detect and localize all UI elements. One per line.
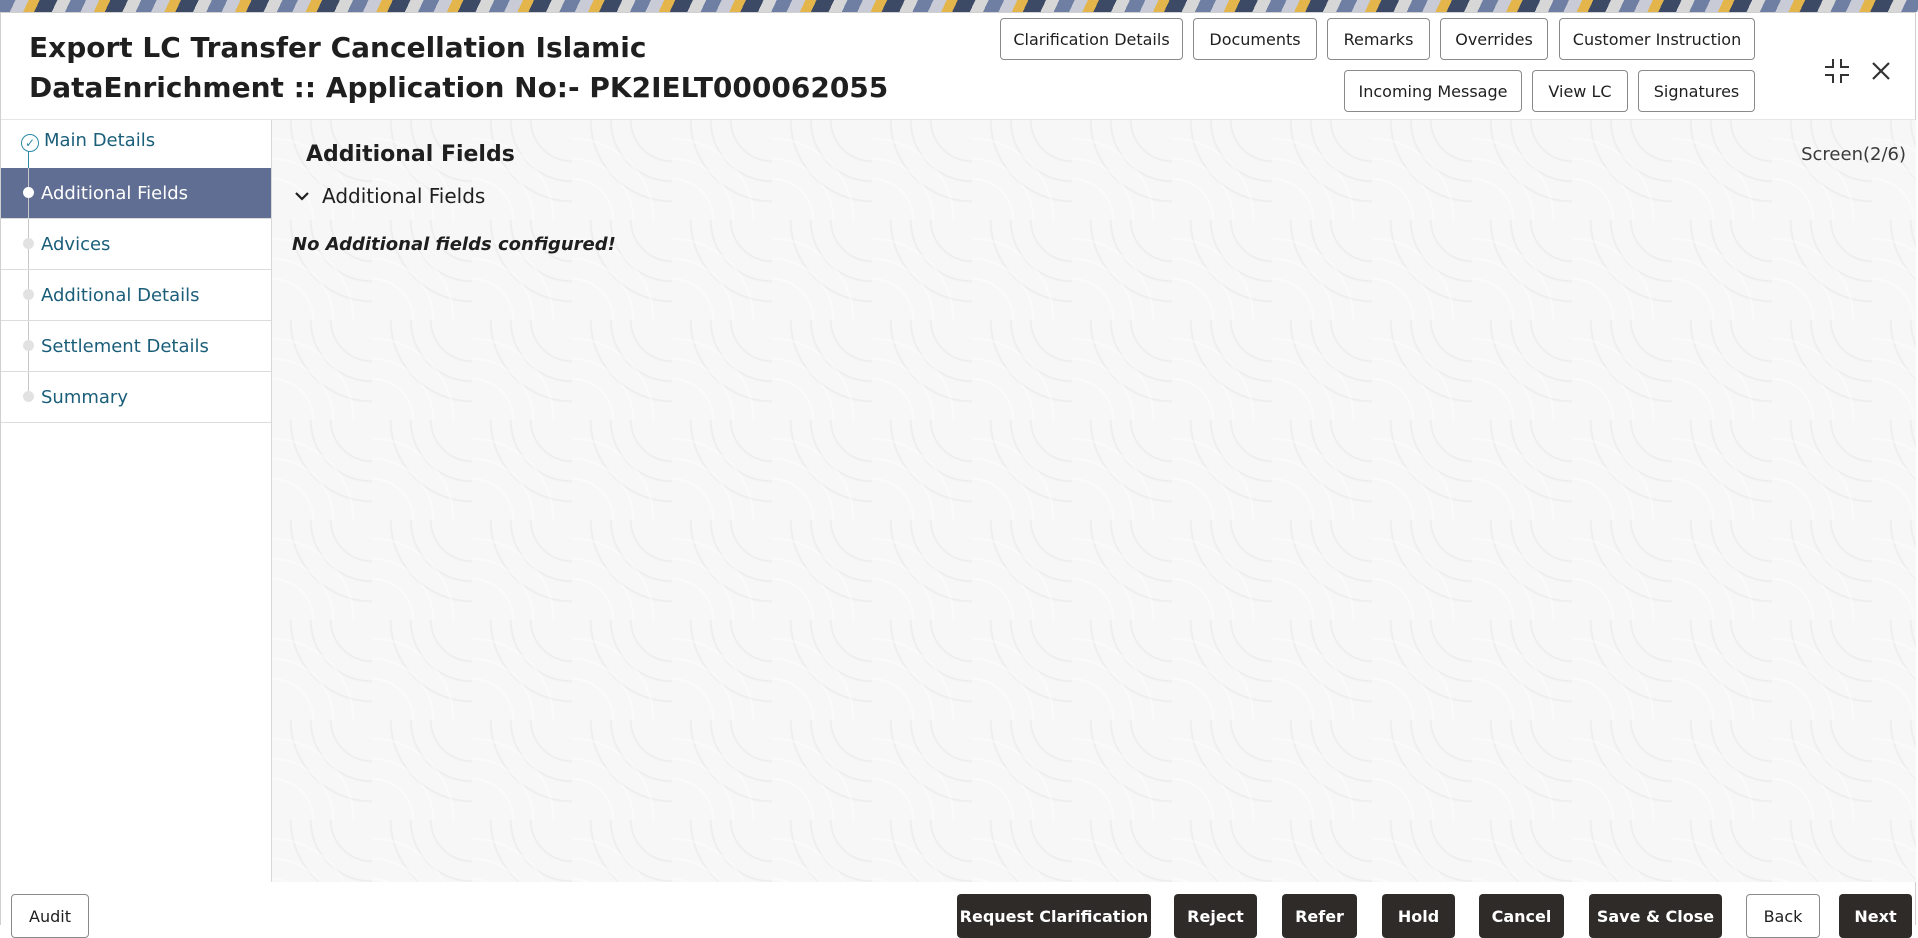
- check-circle-icon: ✓: [21, 134, 39, 152]
- signatures-button[interactable]: Signatures: [1638, 70, 1755, 112]
- sidebar-item-label: Additional Fields: [41, 182, 189, 204]
- step-dot-icon: [23, 340, 34, 351]
- customer-instruction-button[interactable]: Customer Instruction: [1559, 18, 1755, 60]
- overrides-button[interactable]: Overrides: [1440, 18, 1548, 60]
- clarification-details-button[interactable]: Clarification Details: [1000, 18, 1183, 60]
- incoming-message-button[interactable]: Incoming Message: [1344, 70, 1522, 112]
- dialog-header: Export LC Transfer Cancellation Islamic …: [1, 13, 1915, 120]
- close-icon[interactable]: [1863, 53, 1899, 89]
- empty-state-message: No Additional fields configured!: [292, 234, 616, 255]
- dialog-window: Export LC Transfer Cancellation Islamic …: [0, 12, 1916, 938]
- step-dot-icon: [23, 238, 34, 249]
- step-dot-icon: [23, 391, 34, 402]
- sidebar-item-label: Summary: [41, 386, 128, 408]
- sidebar-item-additional-fields[interactable]: Additional Fields: [1, 168, 271, 219]
- screen-indicator: Screen(2/6): [1801, 144, 1906, 165]
- sidebar-item-advices[interactable]: Advices: [1, 219, 271, 270]
- page-title: Export LC Transfer Cancellation Islamic …: [29, 31, 889, 104]
- minimize-icon[interactable]: [1819, 53, 1855, 89]
- panel-title: Additional Fields: [322, 184, 486, 208]
- additional-fields-panel-toggle[interactable]: Additional Fields: [292, 184, 485, 208]
- section-title: Additional Fields: [306, 142, 515, 167]
- sidebar-item-settlement-details[interactable]: Settlement Details: [1, 321, 271, 372]
- top-banner-strip: [0, 0, 1918, 12]
- save-and-close-button[interactable]: Save & Close: [1589, 894, 1722, 938]
- sidebar-item-label: Additional Details: [41, 284, 200, 306]
- sidebar-item-additional-details[interactable]: Additional Details: [1, 270, 271, 321]
- documents-button[interactable]: Documents: [1193, 18, 1317, 60]
- sidebar-item-label: Settlement Details: [41, 335, 209, 357]
- step-navigation: ✓ Main Details Additional Fields Advices…: [1, 120, 272, 882]
- request-clarification-button[interactable]: Request Clarification: [957, 894, 1151, 938]
- chevron-down-icon: [295, 192, 309, 201]
- remarks-button[interactable]: Remarks: [1327, 18, 1430, 60]
- audit-button[interactable]: Audit: [11, 894, 89, 938]
- sidebar-item-main-details[interactable]: ✓ Main Details: [1, 120, 271, 168]
- next-button[interactable]: Next: [1839, 894, 1912, 938]
- cancel-button[interactable]: Cancel: [1479, 894, 1564, 938]
- sidebar-item-label: Advices: [41, 233, 111, 255]
- step-dot-icon: [23, 289, 34, 300]
- back-button[interactable]: Back: [1746, 894, 1820, 938]
- step-dot-icon: [23, 187, 34, 198]
- refer-button[interactable]: Refer: [1282, 894, 1357, 938]
- view-lc-button[interactable]: View LC: [1532, 70, 1628, 112]
- sidebar-item-summary[interactable]: Summary: [1, 372, 271, 423]
- main-content: Additional Fields Screen(2/6) Additional…: [272, 120, 1916, 882]
- sidebar-item-label: Main Details: [44, 130, 156, 151]
- reject-button[interactable]: Reject: [1174, 894, 1257, 938]
- hold-button[interactable]: Hold: [1382, 894, 1455, 938]
- action-footer: Audit Request Clarification Reject Refer…: [1, 882, 1915, 938]
